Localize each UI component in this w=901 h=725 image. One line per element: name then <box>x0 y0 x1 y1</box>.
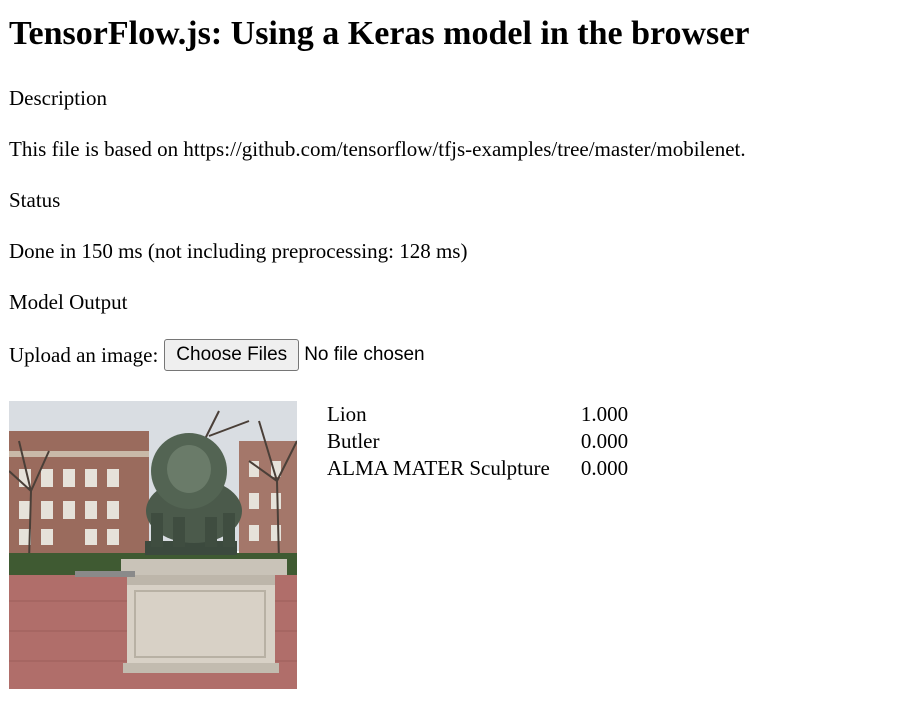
prediction-probability: 1.000 <box>580 402 629 426</box>
description-text: This file is based on https://github.com… <box>9 137 746 161</box>
table-row: Lion 1.000 <box>327 401 628 428</box>
prediction-label: Butler <box>327 429 380 453</box>
page-title: TensorFlow.js: Using a Keras model in th… <box>9 15 750 52</box>
predictions-table: Lion 1.000 Butler 0.000 ALMA MATER Sculp… <box>327 401 628 482</box>
file-status: No file chosen <box>304 344 425 365</box>
table-row: Butler 0.000 <box>327 428 628 455</box>
status-text: Done in 150 ms (not including preprocess… <box>9 239 468 263</box>
lion-statue-photo <box>9 401 297 689</box>
prediction-label: Lion <box>327 402 367 426</box>
upload-row: Upload an image: Choose Files No file ch… <box>9 339 425 371</box>
model-output-heading: Model Output <box>9 290 128 314</box>
upload-label: Upload an image: <box>9 343 159 367</box>
status-heading: Status <box>9 188 61 212</box>
description-heading: Description <box>9 86 107 110</box>
prediction-label: ALMA MATER Sculpture <box>327 456 550 480</box>
choose-files-button[interactable]: Choose Files <box>164 339 300 371</box>
uploaded-image <box>9 401 297 689</box>
prediction-probability: 0.000 <box>580 429 629 453</box>
prediction-probability: 0.000 <box>580 456 629 480</box>
table-row: ALMA MATER Sculpture 0.000 <box>327 455 628 482</box>
